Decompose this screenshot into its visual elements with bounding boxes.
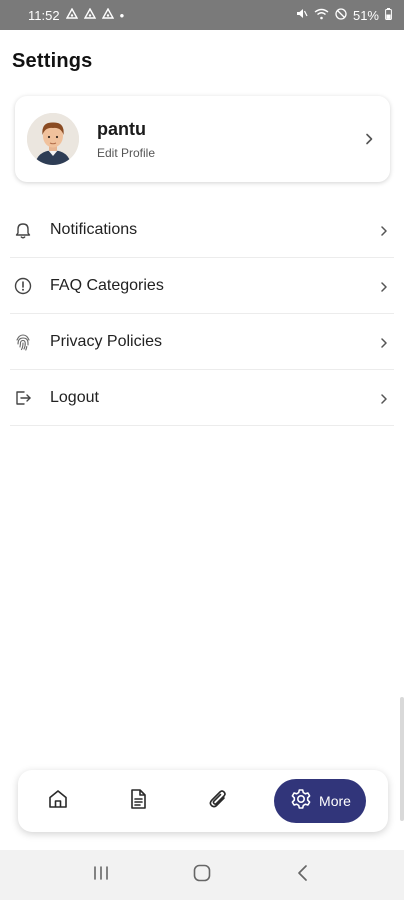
chevron-right-icon <box>362 132 376 146</box>
nav-more[interactable]: More <box>274 779 366 823</box>
chevron-right-icon <box>378 280 390 292</box>
mute-icon <box>295 7 308 23</box>
notification-icon <box>83 7 96 23</box>
menu-label: Notifications <box>50 220 138 238</box>
dnd-icon <box>335 7 347 23</box>
status-dot: • <box>119 7 125 23</box>
back-icon <box>295 864 311 887</box>
menu-item-logout[interactable]: Logout <box>10 370 394 426</box>
chevron-right-icon <box>378 336 390 348</box>
nav-documents[interactable] <box>98 770 178 832</box>
notification-icon <box>101 7 114 23</box>
wifi-icon <box>314 8 329 23</box>
nav-attachments[interactable] <box>178 770 258 832</box>
paperclip-icon <box>206 787 230 816</box>
system-nav-bar <box>0 850 404 900</box>
bottom-nav: More <box>18 770 388 832</box>
battery-level: 51% <box>352 7 379 23</box>
menu-label: FAQ Categories <box>50 276 164 294</box>
fingerprint-icon <box>12 331 34 353</box>
home-circle-icon <box>192 863 212 888</box>
battery-icon <box>385 7 392 23</box>
bell-icon <box>12 219 34 241</box>
status-left: 11:52 • <box>28 7 125 23</box>
menu-item-privacy-policies[interactable]: Privacy Policies <box>10 314 394 370</box>
gear-icon <box>289 787 313 816</box>
edit-profile-label[interactable]: Edit Profile <box>97 146 155 160</box>
menu-item-notifications[interactable]: Notifications <box>10 202 394 258</box>
notification-icon <box>65 7 78 23</box>
recents-icon <box>91 864 111 887</box>
avatar <box>27 113 79 165</box>
profile-text: pantu Edit Profile <box>97 119 155 160</box>
chevron-right-icon <box>378 392 390 404</box>
profile-card[interactable]: pantu Edit Profile <box>15 96 390 182</box>
back-button[interactable] <box>283 855 323 895</box>
page-title: Settings <box>12 50 93 72</box>
menu-label: Privacy Policies <box>50 332 163 350</box>
menu-item-faq-categories[interactable]: FAQ Categories <box>10 258 394 314</box>
home-icon <box>46 787 70 816</box>
logout-icon <box>12 387 34 409</box>
nav-more-label: More <box>319 793 351 809</box>
status-time: 11:52 <box>28 7 60 23</box>
nav-home[interactable] <box>18 770 98 832</box>
info-circle-icon <box>12 275 34 297</box>
status-bar: 11:52 • 51% <box>0 0 404 30</box>
settings-menu: Notifications FAQ Categories Privacy Pol… <box>10 202 394 426</box>
edge-panel-handle[interactable] <box>400 697 404 821</box>
profile-name: pantu <box>97 118 146 139</box>
status-right: 51% <box>295 7 392 23</box>
recents-button[interactable] <box>81 855 121 895</box>
menu-label: Logout <box>50 388 99 406</box>
document-icon <box>126 787 150 816</box>
chevron-right-icon <box>378 224 390 236</box>
home-button[interactable] <box>182 855 222 895</box>
